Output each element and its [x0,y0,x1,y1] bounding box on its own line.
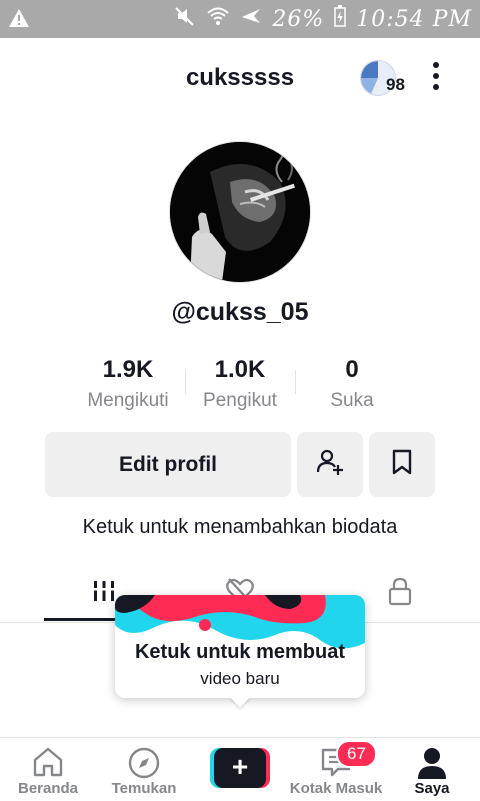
battery-percent: 26% [272,6,325,32]
nav-profile[interactable]: Saya [384,738,480,801]
create-video-tooltip[interactable]: Ketuk untuk membuat video baru [115,595,365,698]
more-options-icon[interactable] [428,62,444,96]
inbox-count-badge: 67 [336,740,377,768]
grid-icon [91,578,117,609]
nav-label: Beranda [17,780,79,797]
nav-label: Temukan [111,780,177,797]
tooltip-arrow [230,697,250,708]
create-video-button[interactable]: + [210,748,270,788]
stat-label: Suka [330,390,374,411]
nav-discover[interactable]: Temukan [96,738,192,801]
compass-icon [128,747,160,779]
stat-following[interactable]: 1.9K Mengikuti [68,356,188,412]
stat-label: Pengikut [203,390,277,411]
nav-label: Kotak Masuk [289,780,383,797]
edit-profile-button[interactable]: Edit profil [45,432,291,497]
status-bar: 26% 10:54 PM [0,0,480,38]
stat-label: Mengikuti [87,390,169,411]
battery-charging-icon [334,5,347,33]
wifi-icon [206,5,230,33]
tooltip-title: Ketuk untuk membuat [134,641,346,663]
warning-icon [8,8,30,33]
stat-value: 1.0K [214,356,266,383]
profile-header: cuksssss 98 [0,38,480,118]
lock-icon [387,576,413,611]
airplane-icon [240,5,262,33]
mute-icon [174,5,196,33]
bio-prompt[interactable]: Ketuk untuk menambahkan biodata [0,516,480,539]
stat-likes[interactable]: 0 Suka [292,356,412,412]
add-friends-button[interactable] [297,432,363,497]
nav-home[interactable]: Beranda [0,738,96,801]
clock: 10:54 PM [356,6,472,32]
avatar[interactable] [169,141,311,283]
add-user-icon [315,447,345,482]
profile-handle: @cukss_05 [171,298,309,326]
profile-icon [418,748,446,779]
tooltip-subtitle: video baru [200,669,280,688]
nav-label: Saya [414,780,450,797]
bookmark-icon [390,448,414,481]
home-icon [33,747,63,777]
favorites-button[interactable] [369,432,435,497]
coin-badge[interactable]: 98 [360,60,410,100]
stat-followers[interactable]: 1.0K Pengikut [180,356,300,412]
stat-value: 1.9K [102,356,154,383]
coin-count: 98 [386,75,405,94]
create-plus-icon: + [214,748,266,788]
stat-value: 0 [345,356,359,383]
